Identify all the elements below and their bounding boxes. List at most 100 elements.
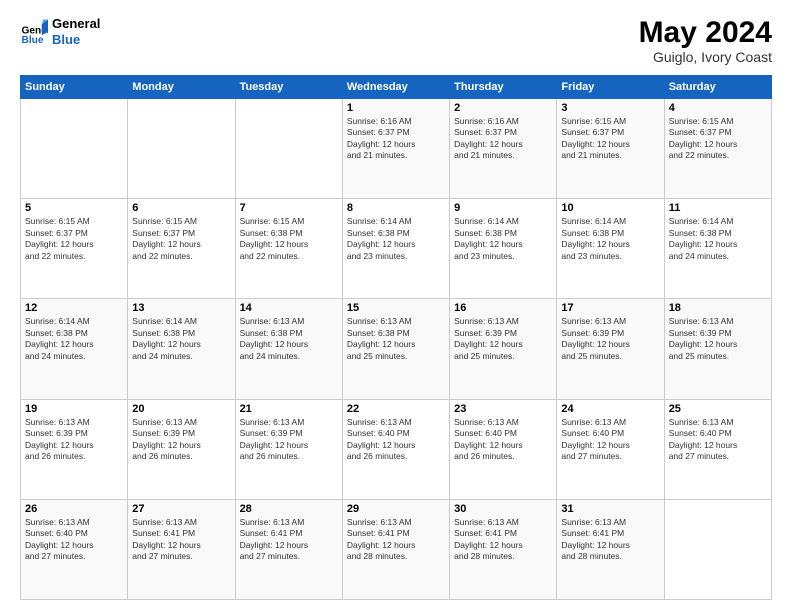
calendar-cell [128,99,235,199]
day-number: 5 [25,202,123,214]
day-number: 10 [561,202,659,214]
day-info: Sunrise: 6:13 AM Sunset: 6:40 PM Dayligh… [669,417,767,463]
day-number: 15 [347,302,445,314]
day-info: Sunrise: 6:15 AM Sunset: 6:37 PM Dayligh… [561,116,659,162]
calendar-cell: 22 Sunrise: 6:13 AM Sunset: 6:40 PM Dayli… [342,399,449,499]
calendar-title: May 2024 [639,16,772,49]
calendar-cell: 10Sunrise: 6:14 AM Sunset: 6:38 PM Dayli… [557,199,664,299]
day-info: Sunrise: 6:13 AM Sunset: 6:39 PM Dayligh… [25,417,123,463]
day-number: 17 [561,302,659,314]
day-info: Sunrise: 6:13 AM Sunset: 6:38 PM Dayligh… [347,316,445,362]
day-number: 11 [669,202,767,214]
day-info: Sunrise: 6:14 AM Sunset: 6:38 PM Dayligh… [132,316,230,362]
day-number: 8 [347,202,445,214]
day-info: Sunrise: 6:13 AM Sunset: 6:41 PM Dayligh… [454,517,552,563]
day-info: Sunrise: 6:13 AM Sunset: 6:39 PM Dayligh… [240,417,338,463]
calendar-cell: 11 Sunrise: 6:14 AM Sunset: 6:38 PM Dayli… [664,199,771,299]
calendar-cell [664,499,771,599]
calendar-cell: 9Sunrise: 6:14 AM Sunset: 6:38 PM Daylig… [450,199,557,299]
logo: General Blue General Blue [20,16,100,47]
calendar-cell: 6 Sunrise: 6:15 AM Sunset: 6:37 PM Daylig… [128,199,235,299]
day-info: Sunrise: 6:15 AM Sunset: 6:37 PM Dayligh… [132,216,230,262]
logo-icon: General Blue [20,18,48,46]
calendar-cell: 12Sunrise: 6:14 AM Sunset: 6:38 PM Dayli… [21,299,128,399]
logo-blue: Blue [52,32,100,48]
calendar-cell: 4Sunrise: 6:15 AM Sunset: 6:37 PM Daylig… [664,99,771,199]
weekday-header-row: SundayMondayTuesdayWednesdayThursdayFrid… [21,76,772,99]
calendar-cell: 1 Sunrise: 6:16 AM Sunset: 6:37 PM Daylig… [342,99,449,199]
day-number: 19 [25,403,123,415]
week-row-2: 5 Sunrise: 6:15 AM Sunset: 6:37 PM Daylig… [21,199,772,299]
calendar-cell: 27 Sunrise: 6:13 AM Sunset: 6:41 PM Dayli… [128,499,235,599]
calendar-cell: 23Sunrise: 6:13 AM Sunset: 6:40 PM Dayli… [450,399,557,499]
day-number: 27 [132,503,230,515]
weekday-header-sunday: Sunday [21,76,128,99]
calendar-cell: 28 Sunrise: 6:13 AM Sunset: 6:41 PM Dayli… [235,499,342,599]
week-row-1: 1 Sunrise: 6:16 AM Sunset: 6:37 PM Daylig… [21,99,772,199]
day-number: 7 [240,202,338,214]
week-row-4: 19 Sunrise: 6:13 AM Sunset: 6:39 PM Dayli… [21,399,772,499]
day-info: Sunrise: 6:13 AM Sunset: 6:40 PM Dayligh… [347,417,445,463]
day-info: Sunrise: 6:13 AM Sunset: 6:41 PM Dayligh… [132,517,230,563]
day-info: Sunrise: 6:13 AM Sunset: 6:39 PM Dayligh… [132,417,230,463]
calendar-cell: 8 Sunrise: 6:14 AM Sunset: 6:38 PM Daylig… [342,199,449,299]
weekday-header-wednesday: Wednesday [342,76,449,99]
calendar-cell: 3Sunrise: 6:15 AM Sunset: 6:37 PM Daylig… [557,99,664,199]
calendar-cell: 15 Sunrise: 6:13 AM Sunset: 6:38 PM Dayli… [342,299,449,399]
day-number: 13 [132,302,230,314]
calendar-cell: 19 Sunrise: 6:13 AM Sunset: 6:39 PM Dayli… [21,399,128,499]
day-number: 16 [454,302,552,314]
calendar-cell [21,99,128,199]
day-number: 18 [669,302,767,314]
day-info: Sunrise: 6:13 AM Sunset: 6:40 PM Dayligh… [454,417,552,463]
day-number: 6 [132,202,230,214]
svg-text:Blue: Blue [22,34,44,45]
day-info: Sunrise: 6:13 AM Sunset: 6:39 PM Dayligh… [454,316,552,362]
day-number: 26 [25,503,123,515]
day-number: 14 [240,302,338,314]
day-number: 25 [669,403,767,415]
day-number: 29 [347,503,445,515]
calendar-subtitle: Guiglo, Ivory Coast [639,49,772,65]
day-number: 28 [240,503,338,515]
weekday-header-friday: Friday [557,76,664,99]
day-info: Sunrise: 6:14 AM Sunset: 6:38 PM Dayligh… [669,216,767,262]
calendar-cell: 25 Sunrise: 6:13 AM Sunset: 6:40 PM Dayli… [664,399,771,499]
day-info: Sunrise: 6:13 AM Sunset: 6:40 PM Dayligh… [561,417,659,463]
calendar-cell: 16 Sunrise: 6:13 AM Sunset: 6:39 PM Dayli… [450,299,557,399]
header: General Blue General Blue May 2024 Guigl… [20,16,772,65]
day-number: 9 [454,202,552,214]
calendar-cell: 29 Sunrise: 6:13 AM Sunset: 6:41 PM Dayli… [342,499,449,599]
weekday-header-monday: Monday [128,76,235,99]
calendar-cell: 26Sunrise: 6:13 AM Sunset: 6:40 PM Dayli… [21,499,128,599]
day-info: Sunrise: 6:16 AM Sunset: 6:37 PM Dayligh… [454,116,552,162]
calendar-cell: 30 Sunrise: 6:13 AM Sunset: 6:41 PM Dayli… [450,499,557,599]
day-number: 24 [561,403,659,415]
day-info: Sunrise: 6:14 AM Sunset: 6:38 PM Dayligh… [347,216,445,262]
day-number: 2 [454,102,552,114]
day-number: 22 [347,403,445,415]
calendar-cell: 31Sunrise: 6:13 AM Sunset: 6:41 PM Dayli… [557,499,664,599]
day-number: 12 [25,302,123,314]
day-number: 1 [347,102,445,114]
day-info: Sunrise: 6:13 AM Sunset: 6:39 PM Dayligh… [561,316,659,362]
day-info: Sunrise: 6:13 AM Sunset: 6:41 PM Dayligh… [240,517,338,563]
day-number: 31 [561,503,659,515]
day-info: Sunrise: 6:13 AM Sunset: 6:41 PM Dayligh… [347,517,445,563]
calendar-cell: 21 Sunrise: 6:13 AM Sunset: 6:39 PM Dayli… [235,399,342,499]
calendar-cell [235,99,342,199]
calendar-cell: 13 Sunrise: 6:14 AM Sunset: 6:38 PM Dayli… [128,299,235,399]
day-number: 21 [240,403,338,415]
day-info: Sunrise: 6:13 AM Sunset: 6:38 PM Dayligh… [240,316,338,362]
calendar-cell: 17 Sunrise: 6:13 AM Sunset: 6:39 PM Dayli… [557,299,664,399]
weekday-header-tuesday: Tuesday [235,76,342,99]
calendar-cell: 14 Sunrise: 6:13 AM Sunset: 6:38 PM Dayli… [235,299,342,399]
page: General Blue General Blue May 2024 Guigl… [0,0,792,612]
day-info: Sunrise: 6:15 AM Sunset: 6:37 PM Dayligh… [25,216,123,262]
day-number: 30 [454,503,552,515]
day-info: Sunrise: 6:13 AM Sunset: 6:39 PM Dayligh… [669,316,767,362]
week-row-3: 12 Sunrise: 6:14 AM Sunset: 6:38 PM Dayli… [21,299,772,399]
day-info: Sunrise: 6:16 AM Sunset: 6:37 PM Dayligh… [347,116,445,162]
title-block: May 2024 Guiglo, Ivory Coast [639,16,772,65]
calendar-cell: 7Sunrise: 6:15 AM Sunset: 6:38 PM Daylig… [235,199,342,299]
